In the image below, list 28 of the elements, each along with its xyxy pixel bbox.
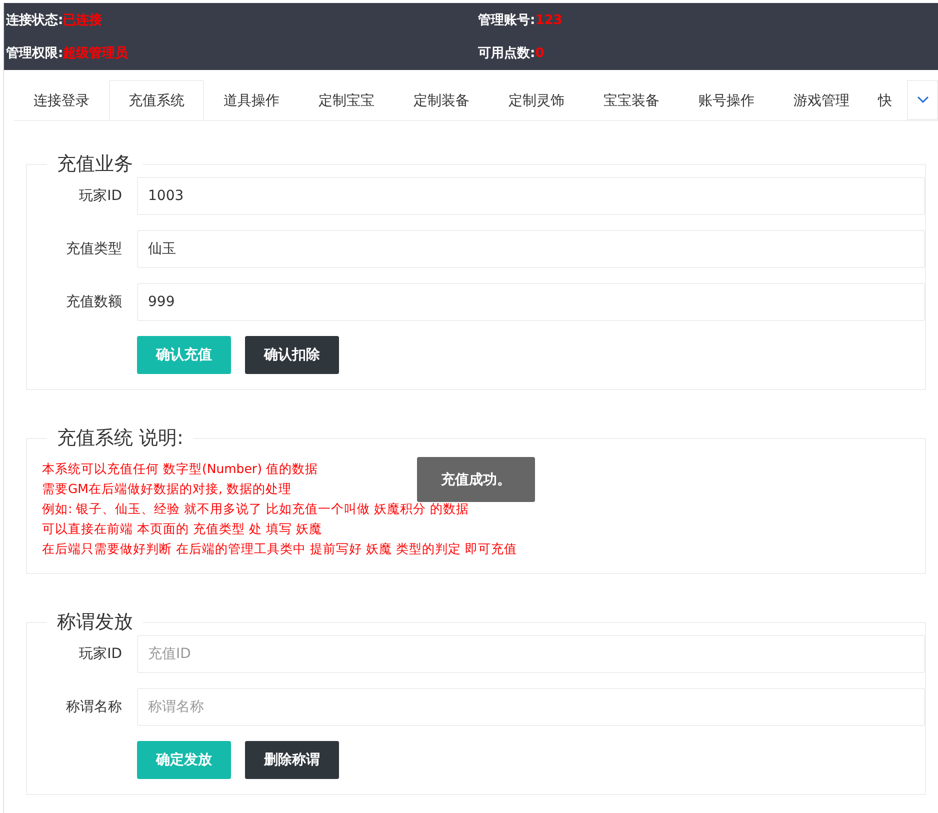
note-text: 在后端只需要做好判断 在后端的管理工具类中 提前写好 妖魔 类型的判定 即可充值 — [42, 540, 517, 558]
note-text: 需要GM在后端做好数据的对接, 数据的处理 — [42, 480, 292, 498]
section-title: 称谓发放 — [56, 610, 134, 635]
action-button[interactable]: 确认扣除 — [245, 336, 339, 374]
more-tabs-button[interactable] — [907, 80, 938, 120]
tab[interactable]: 充值系统 — [109, 80, 204, 120]
field-label: 称谓名称 — [65, 698, 123, 716]
input-field[interactable]: 充值ID — [137, 635, 925, 673]
note-text: 本系统可以充值任何 数字型(Number) 值的数据 — [42, 460, 318, 478]
field-label: 充值数额 — [65, 293, 123, 311]
input-field[interactable]: 称谓名称 — [137, 688, 925, 726]
chevron-down-icon — [916, 96, 928, 104]
section-title: 充值系统 说明: — [56, 426, 184, 451]
status-text: 连接状态:已连接 — [6, 12, 104, 29]
status-text: 管理权限:超级管理员 — [6, 45, 130, 62]
field-label: 玩家ID — [78, 645, 123, 663]
note-text: 可以直接在前端 本页面的 充值类型 处 填写 妖魔 — [42, 520, 322, 538]
field-label: 充值类型 — [65, 240, 123, 258]
note-text: 例如: 银子、仙玉、经验 就不用多说了 比如充值一个叫做 妖魔积分 的数据 — [42, 500, 470, 518]
field-label: 玩家ID — [78, 187, 123, 205]
status-text: 可用点数:0 — [478, 45, 546, 62]
status-text: 管理账号:123 — [478, 12, 564, 29]
section-title: 充值业务 — [56, 152, 134, 177]
toast-message: 充值成功。 — [417, 457, 535, 502]
action-button[interactable]: 删除称谓 — [245, 741, 339, 779]
input-field[interactable]: 999 — [137, 283, 925, 321]
input-field[interactable]: 仙玉 — [137, 230, 925, 268]
input-field[interactable]: 1003 — [137, 177, 925, 215]
